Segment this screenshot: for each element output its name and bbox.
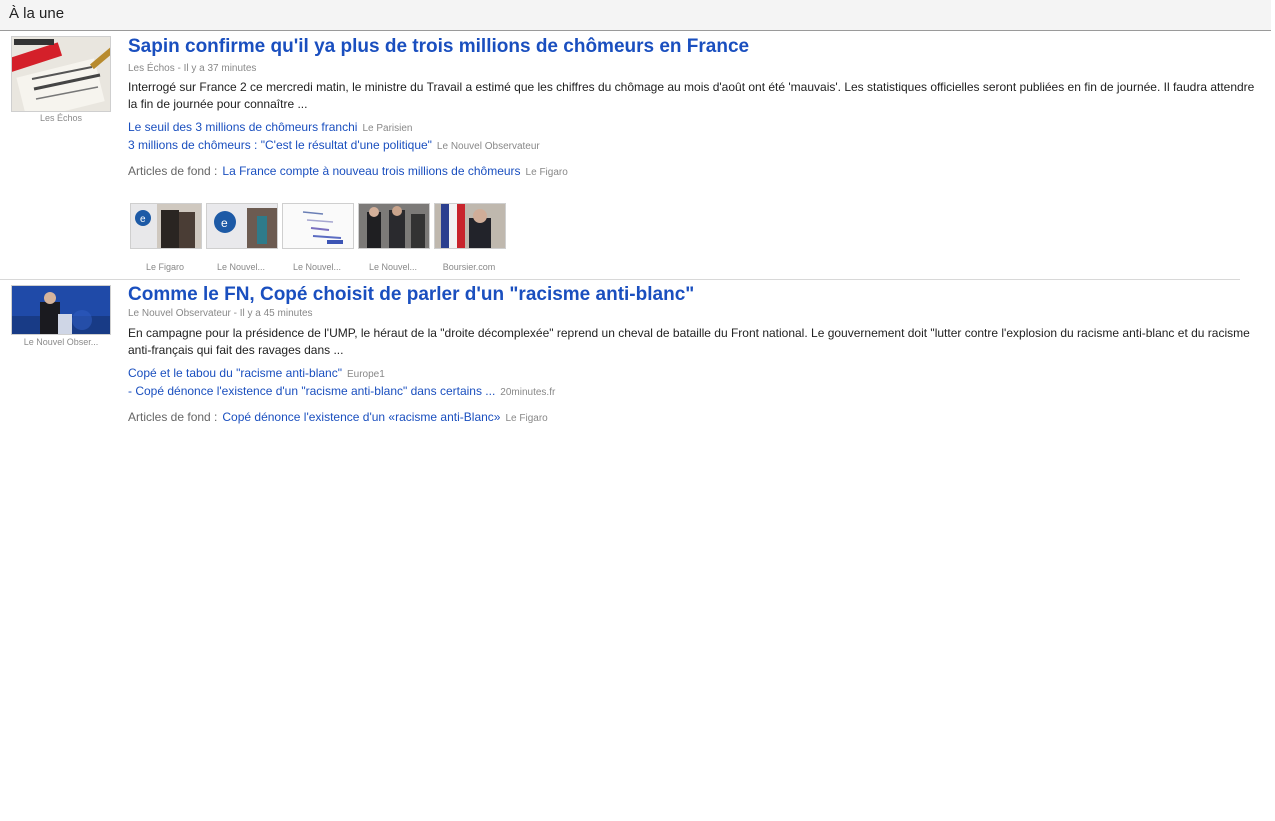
background-article-source: Le Figaro bbox=[505, 413, 548, 424]
related-article: 3 millions de chômeurs : "C'est le résul… bbox=[128, 138, 540, 152]
related-article-source: Le Nouvel Observateur bbox=[436, 141, 540, 152]
photo-icon bbox=[435, 204, 505, 248]
story-image[interactable] bbox=[434, 203, 506, 249]
section-title: À la une bbox=[9, 5, 65, 22]
related-article-source: 20minutes.fr bbox=[500, 387, 556, 398]
story-image[interactable] bbox=[282, 203, 354, 249]
related-article: - Copé dénonce l'existence d'un "racisme… bbox=[128, 384, 555, 398]
story-meta: Le Nouvel Observateur - Il y a 45 minute… bbox=[128, 308, 313, 319]
background-articles-label: Articles de fond : bbox=[128, 164, 218, 178]
news-story: Le Nouvel Obser... Comme le FN, Copé cho… bbox=[0, 281, 1275, 441]
story-headline[interactable]: Comme le FN, Copé choisit de parler d'un… bbox=[128, 284, 694, 306]
related-article-link[interactable]: Copé et le tabou du "racisme anti-blanc" bbox=[128, 366, 342, 380]
image-source[interactable]: Le Nouvel... bbox=[279, 262, 355, 272]
related-article: Le seuil des 3 millions de chômeurs fran… bbox=[128, 120, 412, 134]
section-header: À la une bbox=[0, 0, 1271, 31]
newspaper-photo-icon bbox=[12, 37, 110, 111]
photo-icon bbox=[359, 204, 429, 248]
related-article-source: Europe1 bbox=[346, 369, 385, 380]
related-article-link[interactable]: - Copé dénonce l'existence d'un "racisme… bbox=[128, 384, 495, 398]
chart-thumbnail-icon bbox=[283, 204, 353, 248]
story-image[interactable]: e bbox=[130, 203, 202, 249]
background-articles: Articles de fond : Copé dénonce l'existen… bbox=[128, 410, 548, 424]
image-source[interactable]: Le Nouvel... bbox=[355, 262, 431, 272]
photo-icon bbox=[12, 286, 110, 334]
story-thumbnail[interactable] bbox=[11, 285, 111, 335]
image-source[interactable]: Boursier.com bbox=[431, 262, 507, 272]
related-article-link[interactable]: 3 millions de chômeurs : "C'est le résul… bbox=[128, 138, 432, 152]
story-headline[interactable]: Sapin confirme qu'il ya plus de trois mi… bbox=[128, 36, 749, 58]
background-article-link[interactable]: La France compte à nouveau trois million… bbox=[222, 164, 520, 178]
story-meta: Les Échos - Il y a 37 minutes bbox=[128, 63, 257, 74]
news-story: Les Échos Sapin confirme qu'il ya plus d… bbox=[0, 31, 1254, 280]
related-article-link[interactable]: Le seuil des 3 millions de chômeurs fran… bbox=[128, 120, 357, 134]
svg-text:e: e bbox=[221, 216, 228, 230]
background-article-source: Le Figaro bbox=[525, 167, 568, 178]
image-source[interactable]: Le Figaro bbox=[127, 262, 203, 272]
svg-text:e: e bbox=[140, 214, 146, 225]
story-snippet: Interrogé sur France 2 ce mercredi matin… bbox=[128, 80, 1255, 111]
story-snippet: En campagne pour la présidence de l'UMP,… bbox=[128, 326, 1250, 357]
photo-icon: e bbox=[131, 204, 201, 248]
related-article-source: Le Parisien bbox=[362, 123, 413, 134]
story-image[interactable] bbox=[358, 203, 430, 249]
image-source[interactable]: Le Nouvel... bbox=[203, 262, 279, 272]
background-article-link[interactable]: Copé dénonce l'existence d'un «racisme a… bbox=[222, 410, 500, 424]
story-thumbnail[interactable] bbox=[11, 36, 111, 112]
thumbnail-source[interactable]: Le Nouvel Obser... bbox=[8, 337, 114, 347]
background-articles: Articles de fond : La France compte à nou… bbox=[128, 164, 568, 178]
thumbnail-source[interactable]: Les Échos bbox=[8, 113, 114, 123]
photo-icon: e bbox=[207, 204, 277, 248]
story-image[interactable]: e bbox=[206, 203, 278, 249]
related-article: Copé et le tabou du "racisme anti-blanc"… bbox=[128, 366, 385, 380]
background-articles-label: Articles de fond : bbox=[128, 410, 218, 424]
